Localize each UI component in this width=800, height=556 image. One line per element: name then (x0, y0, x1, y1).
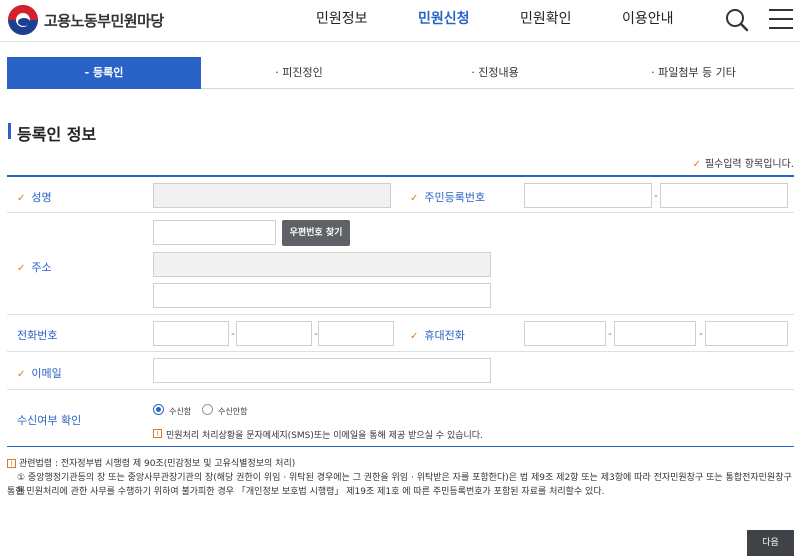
mobile-dash: - (608, 327, 612, 340)
info-icon: ! (153, 429, 162, 438)
row-divider (7, 389, 794, 390)
row-divider (7, 314, 794, 315)
nav-guide[interactable]: 이용안내 (622, 8, 674, 28)
step-registrant[interactable]: - 등록인 (7, 57, 201, 89)
required-check-icon: ✓ (410, 193, 419, 204)
site-logo[interactable]: 고용노동부민원마당 (8, 5, 164, 35)
consent-no-radio[interactable] (202, 404, 213, 415)
row-divider (7, 212, 794, 213)
required-check-icon: ✓ (17, 263, 26, 274)
form-top-border (7, 175, 794, 177)
step-tabs: - 등록인 · 피진정인 · 진정내용 · 파일첨부 등 기타 (7, 57, 794, 89)
consent-yes-label: 수신함 (169, 407, 192, 416)
required-check-icon: ✓ (17, 193, 26, 204)
step-label: 파일첨부 등 기타 (658, 66, 736, 79)
logo-text: 고용노동부민원마당 (44, 11, 164, 30)
email-label: ✓ 이메일 (17, 365, 62, 381)
find-zipcode-button[interactable]: 우편번호 찾기 (282, 220, 350, 246)
required-check-icon: ✓ (410, 331, 419, 342)
taegeuk-logo-icon (8, 5, 38, 35)
mobile-dash: - (699, 327, 703, 340)
rrn-back-field[interactable] (660, 183, 788, 208)
step-label: 진정내용 (478, 66, 519, 79)
step-label: 등록인 (93, 66, 124, 79)
rrn-front-field[interactable] (524, 183, 652, 208)
step-label: 피진정인 (282, 66, 323, 79)
nav-civil-info[interactable]: 민원정보 (316, 8, 368, 28)
consent-info-text: 민원처리 처리상황을 문자메세지(SMS)또는 이메일을 통해 제공 받으실 수… (166, 431, 483, 441)
step-attachments[interactable]: · 파일첨부 등 기타 (593, 57, 794, 89)
name-label: ✓ 성명 (17, 189, 52, 205)
address-label-text: 주소 (31, 261, 52, 274)
phone-dash: - (231, 327, 235, 340)
hamburger-menu-icon[interactable] (768, 7, 794, 31)
phone-field-1[interactable] (153, 321, 229, 346)
address-detail-field[interactable] (153, 283, 491, 308)
step-dash-icon: - (84, 66, 94, 79)
name-label-text: 성명 (31, 191, 52, 204)
mobile-label-text: 휴대전화 (424, 329, 465, 342)
address-field[interactable] (153, 252, 491, 277)
form-bottom-border (7, 446, 794, 447)
rrn-dash: - (654, 189, 658, 202)
nav-civil-check[interactable]: 민원확인 (520, 8, 572, 28)
law-line-2: 통한 민원처리에 관한 사무를 수행하기 위하여 불가피한 경우 「개인정보 보… (7, 487, 605, 497)
name-field[interactable] (153, 183, 391, 208)
mobile-label: ✓ 휴대전화 (410, 327, 465, 343)
top-header: 고용노동부민원마당 민원정보 민원신청 민원확인 이용안내 (0, 0, 800, 42)
law-notice: ! 관련법령 : 전자정부법 시행령 제 90조(민감정보 및 고유식별정보의 처… (7, 457, 295, 471)
required-check-icon: ✓ (17, 369, 26, 380)
email-field[interactable] (153, 358, 491, 383)
rrn-label: ✓ 주민등록번호 (410, 189, 485, 205)
step-petition-content[interactable]: · 진정내용 (397, 57, 593, 89)
address-label: ✓ 주소 (17, 259, 52, 275)
consent-no-label: 수신안함 (218, 407, 248, 416)
step-respondent[interactable]: · 피진정인 (201, 57, 397, 89)
row-divider (7, 351, 794, 352)
law-title: 관련법령 : 전자정부법 시행령 제 90조(민감정보 및 고유식별정보의 처리… (19, 459, 296, 469)
required-note: ✓ 필수입력 항목입니다. (692, 155, 794, 170)
mobile-field-1[interactable] (524, 321, 606, 346)
phone-field-2[interactable] (236, 321, 312, 346)
zipcode-field[interactable] (153, 220, 276, 245)
consent-label: 수신여부 확인 (17, 414, 82, 427)
consent-yes-radio[interactable] (153, 404, 164, 415)
nav-civil-apply[interactable]: 민원신청 (418, 8, 470, 28)
rrn-label-text: 주민등록번호 (424, 191, 486, 204)
search-icon[interactable] (725, 8, 749, 32)
info-icon: ! (7, 459, 16, 468)
phone-field-3[interactable] (318, 321, 394, 346)
mobile-field-3[interactable] (705, 321, 788, 346)
phone-label: 전화번호 (17, 329, 58, 342)
email-label-text: 이메일 (31, 367, 62, 380)
required-note-text: 필수입력 항목입니다. (704, 159, 794, 170)
section-title: 등록인 정보 (8, 121, 96, 145)
mobile-field-2[interactable] (614, 321, 696, 346)
next-button[interactable]: 다음 (747, 530, 794, 556)
required-check-icon: ✓ (692, 159, 701, 170)
